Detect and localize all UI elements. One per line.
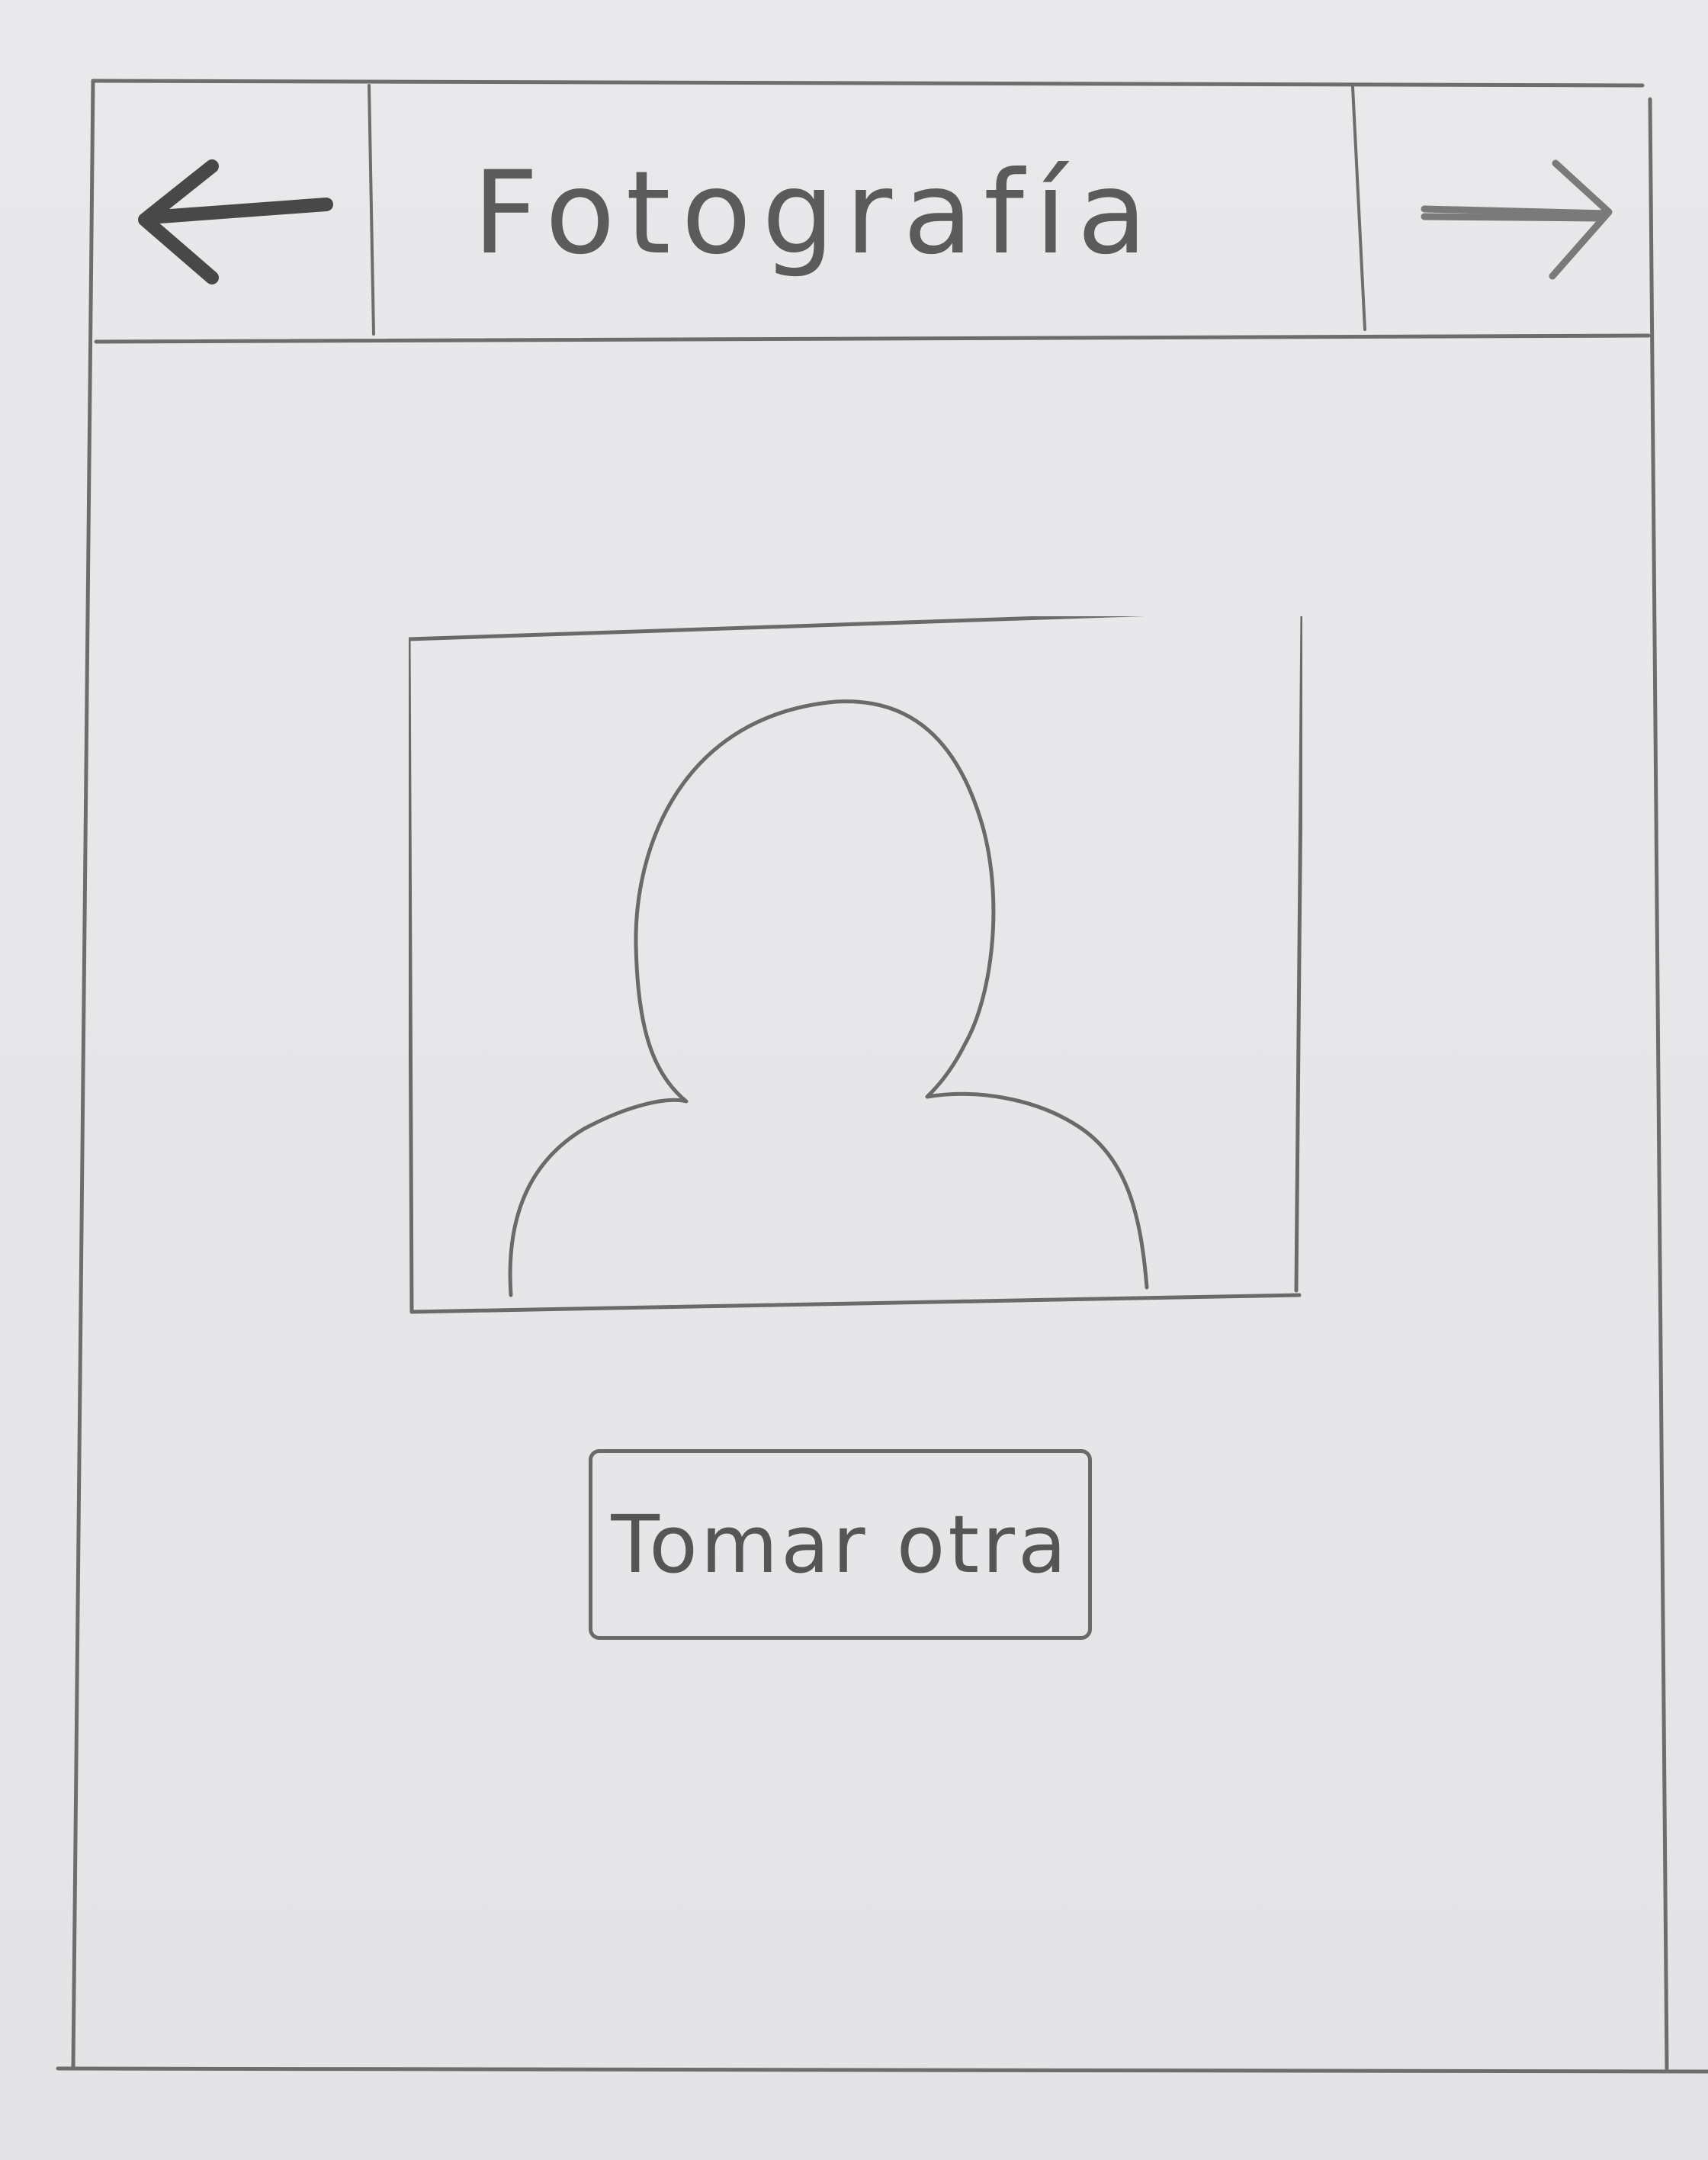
arrow-left-icon xyxy=(138,159,333,284)
frame-top-border xyxy=(91,79,1645,88)
person-silhouette-icon xyxy=(380,606,1317,1314)
retake-photo-button[interactable]: Tomar otra xyxy=(589,1449,1092,1640)
frame-bottom-border xyxy=(56,2066,1708,2074)
forward-button[interactable] xyxy=(1363,90,1642,333)
header-bottom-border xyxy=(94,333,1651,344)
page-title: Fotografía xyxy=(473,147,1158,280)
frame-left-border xyxy=(71,79,95,2069)
photo-preview xyxy=(380,606,1317,1316)
frame-right-border xyxy=(1648,97,1669,2071)
arrow-right-icon xyxy=(1421,159,1613,280)
back-button[interactable] xyxy=(98,90,371,333)
